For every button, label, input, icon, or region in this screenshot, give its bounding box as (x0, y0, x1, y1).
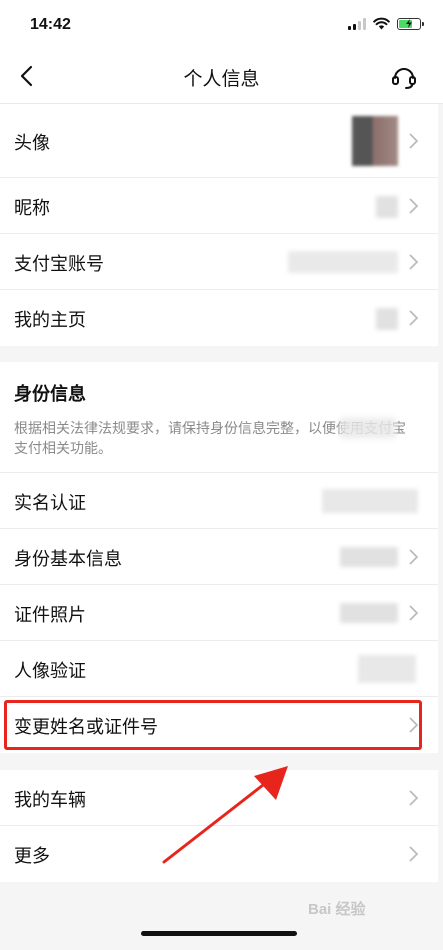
row-label: 人像验证 (14, 661, 86, 681)
profile-section: 头像 昵称 支付宝账号 我的主页 (0, 104, 438, 346)
customer-service-icon[interactable] (389, 61, 419, 91)
row-label: 实名认证 (14, 493, 86, 513)
identity-section: 身份信息 根据相关法律法规要求，请保持身份信息完整，以便使用支付宝支付相关功能。… (0, 362, 438, 753)
watermark: Bai 经验 (308, 901, 366, 918)
id-photo-row[interactable]: 证件照片 (0, 585, 438, 641)
row-label: 昵称 (14, 198, 50, 218)
annotation-arrow-icon (162, 766, 288, 864)
real-name-verification-row[interactable]: 实名认证 (0, 473, 438, 529)
navigation-bar: 个人信息 (0, 50, 443, 104)
row-label: 证件照片 (14, 605, 86, 625)
row-label: 头像 (14, 133, 50, 153)
row-label: 更多 (14, 846, 50, 866)
chevron-right-icon (409, 846, 419, 862)
home-indicator (141, 931, 297, 936)
status-time: 14:42 (30, 16, 71, 33)
row-label: 支付宝账号 (14, 254, 104, 274)
highlight-box (4, 700, 422, 750)
identity-basic-info-row[interactable]: 身份基本信息 (0, 529, 438, 585)
row-label: 我的主页 (14, 310, 86, 330)
avatar (352, 116, 398, 166)
chevron-right-icon (409, 790, 419, 806)
page-title: 个人信息 (183, 69, 260, 90)
avatar-row[interactable]: 头像 (0, 104, 438, 178)
face-verification-row[interactable]: 人像验证 (0, 641, 438, 697)
status-icons (348, 17, 424, 30)
section-title: 身份信息 (14, 384, 86, 404)
cellular-signal-icon (348, 17, 366, 30)
chevron-right-icon (409, 605, 419, 621)
wifi-icon (373, 17, 390, 30)
chevron-right-icon (409, 133, 419, 149)
row-label: 身份基本信息 (14, 549, 122, 569)
nickname-row[interactable]: 昵称 (0, 178, 438, 234)
my-homepage-row[interactable]: 我的主页 (0, 290, 438, 346)
identity-header: 身份信息 根据相关法律法规要求，请保持身份信息完整，以便使用支付宝支付相关功能。 (0, 362, 438, 473)
battery-icon (397, 17, 424, 30)
chevron-right-icon (409, 310, 419, 326)
chevron-right-icon (409, 254, 419, 270)
alipay-account-row[interactable]: 支付宝账号 (0, 234, 438, 290)
chevron-right-icon (409, 549, 419, 565)
chevron-right-icon (409, 198, 419, 214)
status-bar: 14:42 (0, 0, 443, 50)
row-label: 我的车辆 (14, 790, 86, 810)
